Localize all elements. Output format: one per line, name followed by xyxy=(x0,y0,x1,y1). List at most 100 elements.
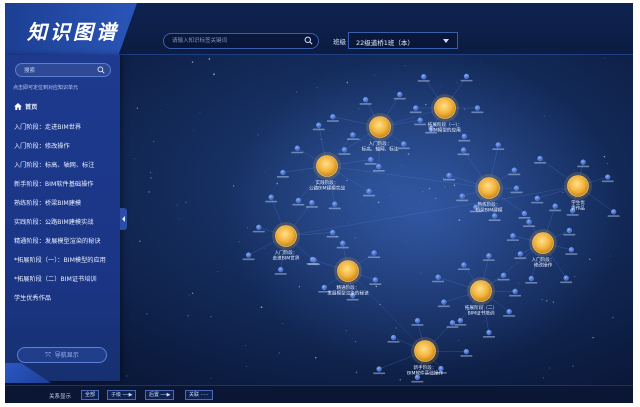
knowledge-leaf-node[interactable] xyxy=(457,317,463,324)
knowledge-leaf-node[interactable] xyxy=(350,132,356,138)
knowledge-leaf-node[interactable] xyxy=(611,209,617,215)
knowledge-leaf-node[interactable] xyxy=(246,252,252,258)
knowledge-leaf-node[interactable] xyxy=(311,257,317,263)
knowledge-leaf-node[interactable] xyxy=(580,159,586,165)
knowledge-leaf-node[interactable] xyxy=(526,219,532,225)
knowledge-leaf-node[interactable] xyxy=(294,145,300,151)
knowledge-leaf-node[interactable] xyxy=(340,240,346,246)
knowledge-leaf-node[interactable] xyxy=(563,275,569,281)
knowledge-leaf-node[interactable] xyxy=(413,105,419,111)
knowledge-leaf-node[interactable] xyxy=(397,91,403,97)
knowledge-hub-node[interactable] xyxy=(337,260,359,282)
keyword-search-box[interactable] xyxy=(163,33,319,49)
knowledge-leaf-node[interactable] xyxy=(321,284,327,291)
knowledge-leaf-node[interactable] xyxy=(438,366,444,372)
relation-child-button[interactable]: 子级 ──▶ xyxy=(107,390,137,400)
knowledge-leaf-node[interactable] xyxy=(534,195,540,201)
knowledge-leaf-node[interactable] xyxy=(278,267,284,273)
knowledge-leaf-node[interactable] xyxy=(510,233,516,239)
knowledge-leaf-node[interactable] xyxy=(605,174,611,180)
knowledge-leaf-node[interactable] xyxy=(390,334,397,341)
knowledge-leaf-node[interactable] xyxy=(372,277,378,283)
sidebar-collapse-button[interactable] xyxy=(120,208,127,230)
knowledge-leaf-node[interactable] xyxy=(376,366,382,372)
knowledge-leaf-node[interactable] xyxy=(330,114,336,120)
knowledge-leaf-node[interactable] xyxy=(417,117,423,123)
nav-display-button[interactable]: ⤧ 导航显示 xyxy=(17,347,107,363)
knowledge-hub-node[interactable] xyxy=(434,97,456,119)
knowledge-leaf-node[interactable] xyxy=(528,275,534,282)
knowledge-leaf-node[interactable] xyxy=(376,163,382,170)
knowledge-leaf-node[interactable] xyxy=(256,224,262,230)
knowledge-hub-node[interactable] xyxy=(478,177,500,199)
knowledge-leaf-node[interactable] xyxy=(363,97,369,103)
knowledge-leaf-node[interactable] xyxy=(316,122,322,128)
keyword-search-input[interactable] xyxy=(172,35,298,47)
sidebar-item-student-works[interactable]: 学生优秀作品 xyxy=(14,293,116,302)
knowledge-leaf-node[interactable] xyxy=(341,147,347,153)
knowledge-leaf-node[interactable] xyxy=(506,309,512,315)
sidebar-item-intro-modify[interactable]: 入门阶段：修改操作 xyxy=(14,141,116,150)
knowledge-leaf-node[interactable] xyxy=(449,320,455,326)
knowledge-hub-node[interactable] xyxy=(532,232,554,254)
knowledge-leaf-node[interactable] xyxy=(500,272,507,278)
sidebar-item-novice-basics[interactable]: 新手阶段：BIM软件基础操作 xyxy=(14,179,116,188)
sidebar-item-extension-1[interactable]: *拓展阶段（一）：BIM模型的应用 xyxy=(14,255,116,264)
knowledge-leaf-node[interactable] xyxy=(332,201,338,207)
sidebar-item-extension-2[interactable]: *拓展阶段（二）BIM证书培训 xyxy=(14,274,116,283)
knowledge-leaf-node[interactable] xyxy=(366,188,372,194)
knowledge-leaf-node[interactable] xyxy=(268,194,274,200)
knowledge-leaf-node[interactable] xyxy=(512,288,518,294)
sidebar-search-box[interactable] xyxy=(15,63,111,77)
knowledge-leaf-node[interactable] xyxy=(280,169,286,176)
sidebar-item-intro-bim-world[interactable]: 入门阶段：走进BIM世界 xyxy=(14,122,116,131)
knowledge-leaf-node[interactable] xyxy=(568,247,574,253)
knowledge-leaf-node[interactable] xyxy=(371,250,377,256)
knowledge-leaf-node[interactable] xyxy=(495,142,501,148)
knowledge-leaf-node[interactable] xyxy=(552,203,558,209)
knowledge-hub-node[interactable] xyxy=(414,340,436,362)
knowledge-leaf-node[interactable] xyxy=(513,185,520,191)
knowledge-leaf-node[interactable] xyxy=(309,200,315,206)
sidebar-item-bridge-modeling[interactable]: 熟练阶段：桥梁BIM建模 xyxy=(14,198,116,207)
knowledge-leaf-node[interactable] xyxy=(460,147,467,153)
knowledge-leaf-node[interactable] xyxy=(295,197,301,203)
search-icon[interactable] xyxy=(97,66,105,74)
knowledge-leaf-node[interactable] xyxy=(414,318,421,324)
knowledge-leaf-node[interactable] xyxy=(486,329,492,336)
knowledge-hub-node[interactable] xyxy=(275,225,297,247)
sidebar-search-input[interactable] xyxy=(24,65,94,76)
knowledge-leaf-node[interactable] xyxy=(521,210,527,217)
search-icon[interactable] xyxy=(304,36,313,45)
knowledge-leaf-node[interactable] xyxy=(486,253,492,259)
knowledge-leaf-node[interactable] xyxy=(459,193,465,199)
relation-post-button[interactable]: 后置 ──▶ xyxy=(145,390,175,400)
knowledge-leaf-node[interactable] xyxy=(463,349,469,355)
knowledge-leaf-node[interactable] xyxy=(492,213,498,219)
sidebar-item-home[interactable]: 首页 xyxy=(14,102,116,111)
relation-link-button[interactable]: 关联 ····· xyxy=(185,390,213,400)
knowledge-leaf-node[interactable] xyxy=(511,167,517,173)
knowledge-leaf-node[interactable] xyxy=(446,172,452,178)
knowledge-leaf-node[interactable] xyxy=(368,157,374,163)
knowledge-leaf-node[interactable] xyxy=(537,155,543,162)
knowledge-leaf-node[interactable] xyxy=(401,141,407,147)
knowledge-leaf-node[interactable] xyxy=(330,229,336,235)
knowledge-leaf-node[interactable] xyxy=(517,251,523,257)
sidebar-item-rendering[interactable]: 精通阶段：发展模型渲染的秘诀 xyxy=(14,236,116,245)
knowledge-leaf-node[interactable] xyxy=(474,105,480,111)
knowledge-hub-node[interactable] xyxy=(369,116,391,138)
knowledge-leaf-node[interactable] xyxy=(566,227,572,233)
knowledge-leaf-node[interactable] xyxy=(441,299,447,305)
knowledge-leaf-node[interactable] xyxy=(463,73,470,79)
knowledge-leaf-node[interactable] xyxy=(461,133,467,139)
grade-select[interactable]: 22级道桥1班（本） xyxy=(348,32,458,49)
knowledge-hub-node[interactable] xyxy=(567,175,589,197)
sidebar-item-intro-level-grid[interactable]: 入门阶段：标高、轴网、标注 xyxy=(14,160,116,169)
knowledge-leaf-node[interactable] xyxy=(435,274,441,280)
knowledge-hub-node[interactable] xyxy=(470,280,492,302)
relation-all-button[interactable]: 全部 xyxy=(81,390,100,400)
knowledge-leaf-node[interactable] xyxy=(461,262,467,268)
sidebar-item-road-modeling[interactable]: 实践阶段：公路BIM建模实战 xyxy=(14,217,116,226)
knowledge-leaf-node[interactable] xyxy=(421,74,427,80)
